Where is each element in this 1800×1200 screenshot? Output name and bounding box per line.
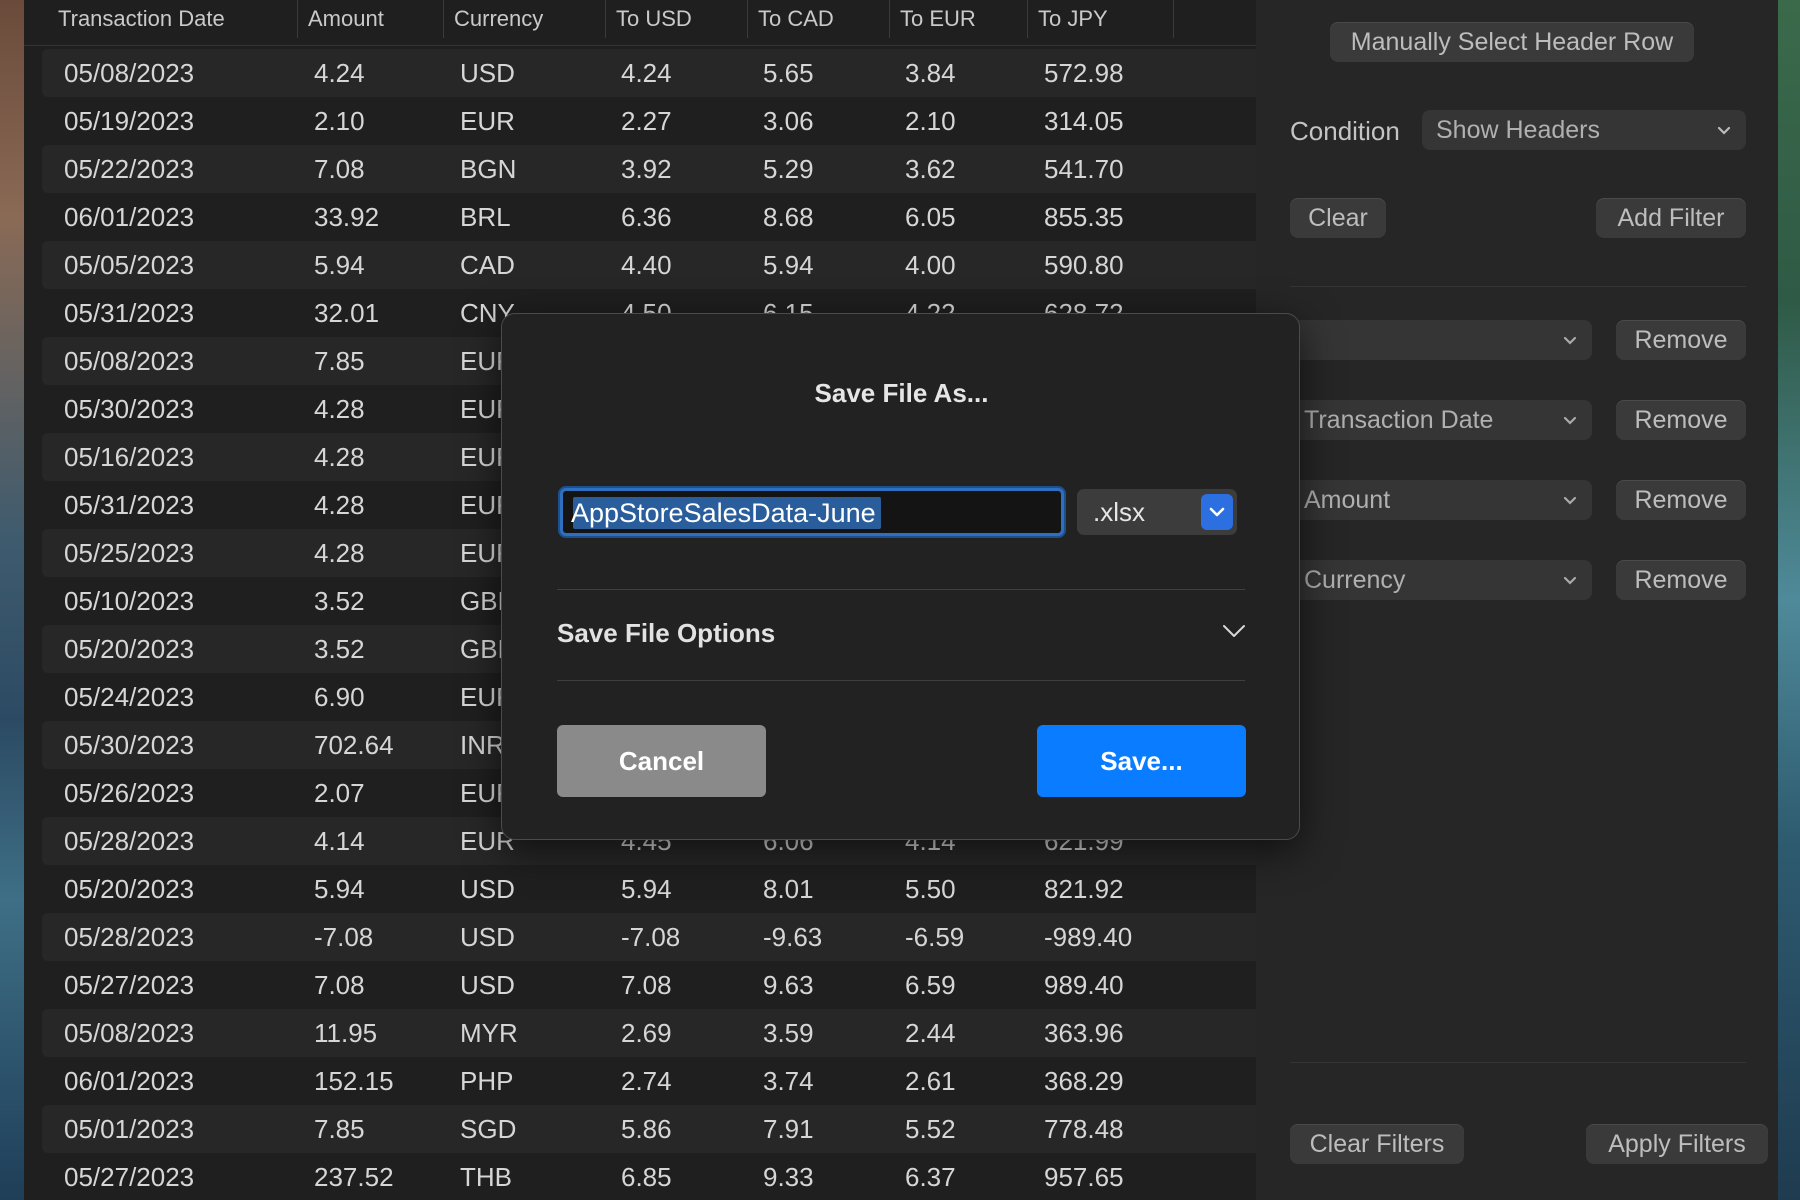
save-file-dialog: Save File As... .xlsx Save File Options … [501, 313, 1300, 840]
save-button[interactable]: Save... [1037, 725, 1246, 797]
filename-input[interactable] [571, 495, 1051, 531]
dialog-divider [557, 589, 1245, 590]
dialog-title: Save File As... [814, 378, 989, 408]
dialog-divider [557, 680, 1245, 681]
chevron-down-icon[interactable] [1220, 617, 1248, 645]
cancel-button[interactable]: Cancel [557, 725, 766, 797]
filename-field[interactable] [560, 488, 1064, 536]
save-file-options-toggle[interactable]: Save File Options [557, 618, 775, 649]
file-extension-value: .xlsx [1093, 497, 1145, 527]
extension-dropdown-button[interactable] [1201, 494, 1233, 530]
file-extension-select[interactable]: .xlsx [1077, 489, 1237, 535]
chevron-down-icon [1209, 507, 1225, 517]
